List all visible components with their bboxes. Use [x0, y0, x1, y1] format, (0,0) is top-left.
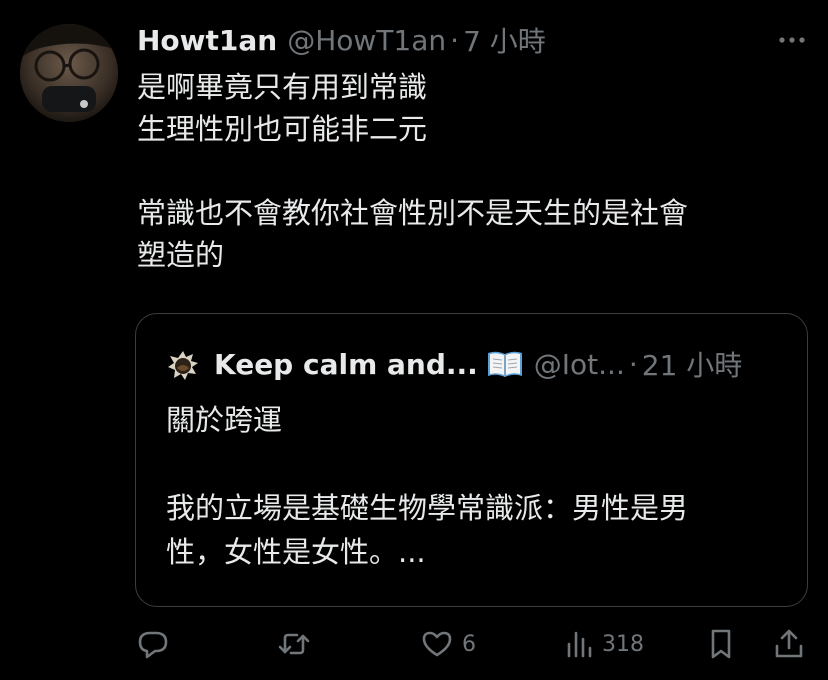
tweet[interactable]: Howt1an @HowT1an · 7 小時 是啊畢竟只有用到常識 生理性別也…	[0, 0, 828, 680]
tweet-header: Howt1an @HowT1an · 7 小時	[137, 20, 546, 60]
quoted-text-line	[166, 442, 786, 486]
like-count: 6	[462, 631, 476, 657]
tweet-text: 是啊畢竟只有用到常識 生理性別也可能非二元 常識也不會教你社會性別不是天生的是社…	[137, 66, 797, 276]
reply-icon	[136, 627, 170, 661]
like-button[interactable]: 6	[420, 624, 476, 664]
quoted-timestamp: 21 小時	[641, 349, 743, 382]
views-icon	[564, 627, 594, 661]
tweet-text-line: 是啊畢竟只有用到常識	[137, 70, 428, 104]
action-bar: 6 318	[0, 620, 828, 670]
tweet-text-line: 塑造的	[137, 238, 225, 272]
retweet-icon	[276, 627, 312, 661]
separator-dot: ·	[450, 23, 460, 57]
quoted-handle: @Iot...	[533, 347, 625, 381]
quoted-avatar	[166, 348, 200, 382]
reply-button[interactable]	[136, 624, 178, 664]
views-button[interactable]: 318	[564, 624, 644, 664]
quoted-separator-dot: ·	[628, 347, 638, 381]
quoted-tweet-card[interactable]: Keep calm and... @Iot... · 21 小時 關於跨運 我的…	[135, 313, 808, 607]
like-icon	[420, 627, 454, 661]
quoted-text: 關於跨運 我的立場是基礎生物學常識派：男性是男 性，女性是女性。...	[166, 398, 786, 574]
avatar[interactable]	[20, 24, 118, 122]
handle[interactable]: @HowT1an	[287, 24, 446, 57]
bookmark-button[interactable]	[704, 624, 738, 664]
quoted-display-name: Keep calm and...	[214, 347, 478, 381]
tweet-text-line: 生理性別也可能非二元	[137, 112, 428, 146]
quoted-header: Keep calm and... @Iot... · 21 小時	[214, 344, 742, 384]
retweet-button[interactable]	[276, 624, 320, 664]
more-icon[interactable]	[775, 26, 809, 54]
bookmark-icon	[704, 627, 738, 661]
share-icon	[772, 627, 806, 661]
quoted-text-line: 我的立場是基礎生物學常識派：男性是男	[166, 491, 689, 525]
views-count: 318	[602, 631, 644, 657]
quoted-text-line: 關於跨運	[166, 403, 283, 437]
tweet-text-line: 常識也不會教你社會性別不是天生的是社會	[137, 196, 689, 230]
book-emoji-icon	[486, 349, 524, 379]
tweet-text-line	[137, 150, 797, 192]
display-name[interactable]: Howt1an	[137, 24, 277, 57]
quoted-text-line: 性，女性是女性。...	[166, 535, 426, 569]
timestamp[interactable]: 7 小時	[463, 20, 546, 60]
share-button[interactable]	[772, 624, 806, 664]
